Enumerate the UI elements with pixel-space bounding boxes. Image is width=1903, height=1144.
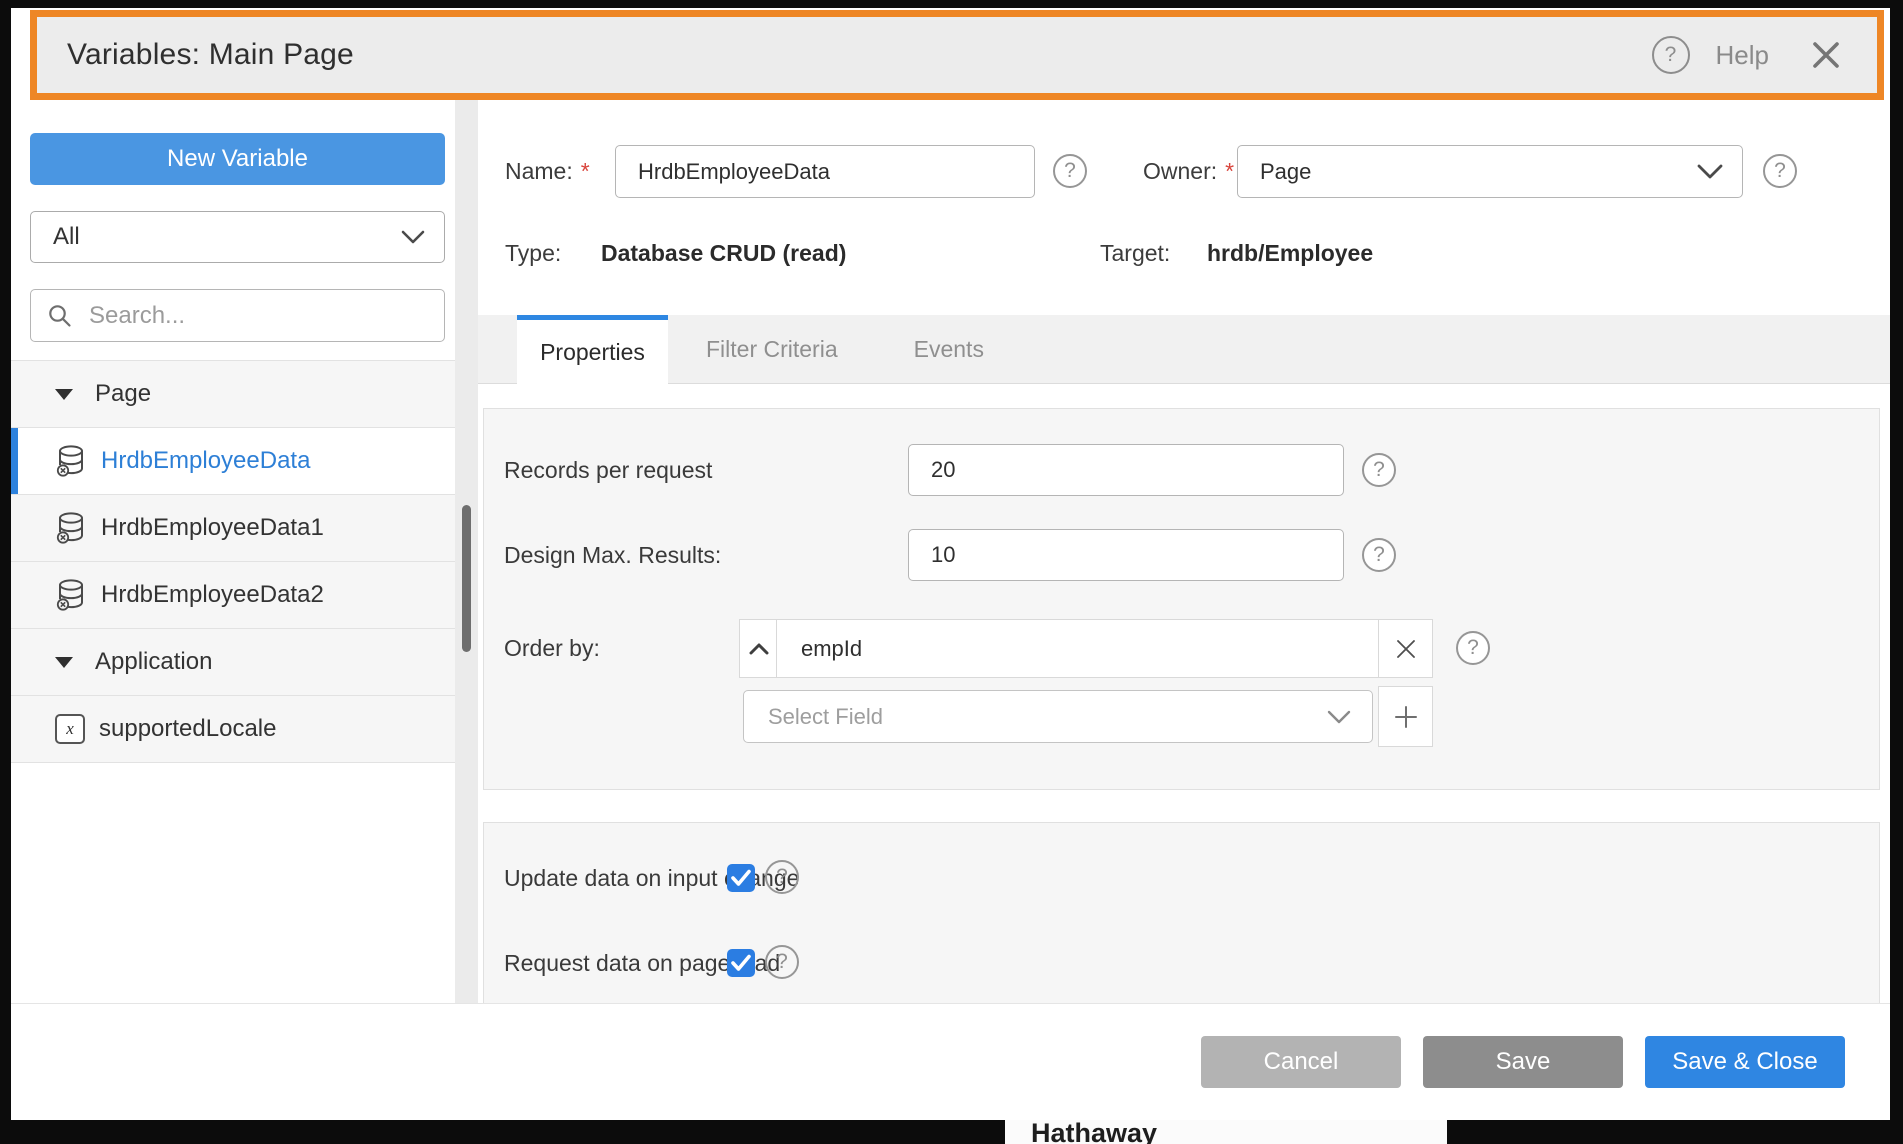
name-help-icon[interactable]: ? bbox=[1053, 154, 1087, 188]
variables-sidebar: New Variable All Page bbox=[11, 100, 455, 1011]
chevron-down-icon bbox=[1326, 709, 1352, 725]
tab-events[interactable]: Events bbox=[876, 315, 1022, 383]
required-asterisk: * bbox=[581, 158, 590, 184]
remove-x-icon bbox=[1395, 638, 1417, 660]
tab-properties[interactable]: Properties bbox=[517, 315, 668, 384]
help-icon-glyph: ? bbox=[1665, 43, 1677, 67]
background-content-patch: Hathaway bbox=[1005, 1120, 1447, 1144]
variable-filter-select[interactable]: All bbox=[30, 211, 445, 263]
checkmark-icon bbox=[730, 868, 752, 888]
database-variable-icon bbox=[55, 578, 87, 612]
close-icon[interactable] bbox=[1809, 38, 1843, 72]
tree-item-label: HrdbEmployeeData1 bbox=[101, 514, 324, 542]
chevron-down-icon bbox=[400, 229, 426, 245]
properties-panel-request: Records per request ? Design Max. Result… bbox=[483, 408, 1880, 790]
background-partial-text: Hathaway bbox=[1031, 1120, 1157, 1144]
select-field-dropdown[interactable]: Select Field bbox=[743, 690, 1373, 743]
search-box[interactable] bbox=[30, 289, 445, 342]
variable-detail-panel: Name:* ? Owner:* Page ? Type: Database C… bbox=[478, 100, 1890, 1011]
design-max-results-input[interactable] bbox=[908, 529, 1344, 581]
name-input[interactable] bbox=[615, 145, 1035, 198]
tree-group-label: Page bbox=[95, 380, 151, 408]
owner-select[interactable]: Page bbox=[1237, 145, 1743, 198]
tree-item-hrdbemployeedata1[interactable]: HrdbEmployeeData1 bbox=[11, 495, 455, 562]
request-on-page-load-checkbox[interactable] bbox=[727, 949, 755, 977]
update-on-input-change-checkbox[interactable] bbox=[727, 864, 755, 892]
chevron-down-icon bbox=[1696, 163, 1724, 180]
background-page-strip: Hathaway bbox=[0, 1120, 1903, 1144]
string-variable-icon: x bbox=[55, 714, 85, 744]
variables-tree: Page HrdbEmployeeData bbox=[11, 360, 455, 763]
records-per-request-input[interactable] bbox=[908, 444, 1344, 496]
tab-bar: Properties Filter Criteria Events bbox=[478, 315, 1890, 384]
database-variable-icon bbox=[55, 444, 87, 478]
update-on-input-change-label: Update data on input change bbox=[504, 864, 799, 892]
tab-spacer bbox=[478, 315, 517, 383]
help-link[interactable]: Help bbox=[1716, 40, 1769, 71]
cancel-button[interactable]: Cancel bbox=[1201, 1036, 1401, 1088]
owner-select-value: Page bbox=[1260, 159, 1311, 185]
tree-group-page[interactable]: Page bbox=[11, 361, 455, 428]
sort-direction-toggle[interactable] bbox=[739, 619, 778, 678]
required-asterisk: * bbox=[1225, 158, 1234, 184]
owner-label: Owner:* bbox=[1143, 145, 1234, 198]
design-max-results-label: Design Max. Results: bbox=[504, 529, 721, 581]
design-help-icon[interactable]: ? bbox=[1362, 538, 1396, 572]
page-title: Variables: Main Page bbox=[37, 38, 354, 72]
search-icon bbox=[47, 303, 73, 329]
collapse-triangle-icon[interactable] bbox=[55, 657, 73, 668]
tree-item-label: HrdbEmployeeData2 bbox=[101, 581, 324, 609]
sort-ascending-icon bbox=[748, 642, 770, 655]
owner-help-icon[interactable]: ? bbox=[1763, 154, 1797, 188]
help-icon[interactable]: ? bbox=[1652, 36, 1690, 74]
collapse-triangle-icon[interactable] bbox=[55, 389, 73, 400]
save-button[interactable]: Save bbox=[1423, 1036, 1623, 1088]
variables-dialog: Variables: Main Page ? Help New Variable… bbox=[11, 8, 1890, 1120]
properties-panel-behavior: Update data on input change ? Request da… bbox=[483, 822, 1880, 1011]
new-variable-button[interactable]: New Variable bbox=[30, 133, 445, 185]
target-label: Target: bbox=[1100, 240, 1170, 267]
tree-item-hrdbemployeedata2[interactable]: HrdbEmployeeData2 bbox=[11, 562, 455, 629]
tree-group-label: Application bbox=[95, 648, 212, 676]
plus-icon bbox=[1394, 705, 1418, 729]
type-label: Type: bbox=[505, 240, 561, 267]
records-per-request-label: Records per request bbox=[504, 444, 712, 496]
add-order-field-button[interactable] bbox=[1378, 686, 1433, 747]
order-by-help-icon[interactable]: ? bbox=[1456, 631, 1490, 665]
order-by-label: Order by: bbox=[504, 619, 600, 678]
request-help-icon[interactable]: ? bbox=[765, 945, 799, 979]
select-field-placeholder: Select Field bbox=[768, 704, 883, 730]
scrollbar-thumb[interactable] bbox=[462, 505, 471, 652]
database-variable-icon bbox=[55, 511, 87, 545]
dialog-footer: Cancel Save Save & Close bbox=[11, 1003, 1890, 1120]
save-and-close-button[interactable]: Save & Close bbox=[1645, 1036, 1845, 1088]
tree-item-label: HrdbEmployeeData bbox=[101, 447, 310, 475]
sidebar-scroll-gutter[interactable] bbox=[455, 100, 478, 1011]
tab-filter-criteria[interactable]: Filter Criteria bbox=[668, 315, 876, 383]
checkmark-icon bbox=[730, 953, 752, 973]
selected-indicator-bar bbox=[11, 428, 18, 494]
update-help-icon[interactable]: ? bbox=[765, 860, 799, 894]
dialog-header: Variables: Main Page ? Help bbox=[30, 10, 1884, 100]
remove-order-field-button[interactable] bbox=[1378, 619, 1433, 678]
tree-item-label: supportedLocale bbox=[99, 715, 276, 743]
type-value: Database CRUD (read) bbox=[601, 240, 846, 267]
variable-filter-value: All bbox=[53, 223, 80, 251]
order-by-field-input[interactable] bbox=[776, 619, 1380, 678]
target-value: hrdb/Employee bbox=[1207, 240, 1373, 267]
tree-item-supportedlocale[interactable]: x supportedLocale bbox=[11, 696, 455, 763]
search-input[interactable] bbox=[87, 301, 432, 331]
tree-item-hrdbemployeedata[interactable]: HrdbEmployeeData bbox=[11, 428, 455, 495]
tree-group-application[interactable]: Application bbox=[11, 629, 455, 696]
records-help-icon[interactable]: ? bbox=[1362, 453, 1396, 487]
name-label: Name:* bbox=[505, 145, 590, 198]
